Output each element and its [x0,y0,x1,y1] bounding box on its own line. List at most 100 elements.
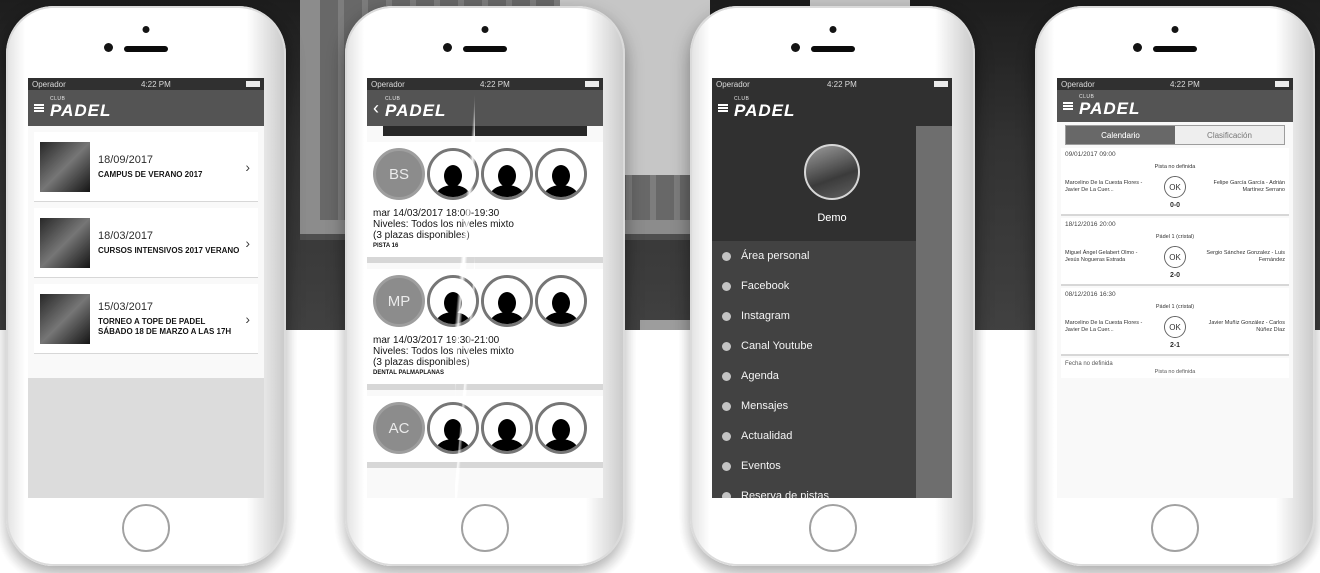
sensor-icon [443,43,452,52]
screen-crack [455,0,475,573]
match-card-unscheduled[interactable]: Fecha no definida Pista no definida [1061,358,1289,378]
segmented-tabs: Calendario Clasificación [1065,125,1285,145]
menu-item-label: Instagram [741,310,790,322]
booking-date: mar 14/03/2017 19:30-21:00 [373,335,500,346]
app-header: ‹ CLUB PADEL [367,90,603,126]
tab-calendario[interactable]: Calendario [1066,126,1175,144]
menu-item-instagram[interactable]: Instagram [712,301,922,331]
court-icon [722,491,731,498]
menu-item-actualidad[interactable]: Actualidad [712,421,922,451]
menu-icon[interactable] [34,104,44,112]
menu-item-area-personal[interactable]: Área personal [712,241,922,271]
front-camera-icon [481,26,489,33]
link-icon [722,341,731,351]
player-avatars: BS [373,148,597,200]
news-item[interactable]: 15/03/2017 TORNEO A TOPE DE PADEL SÁBADO… [34,284,258,354]
phone-news: Operador 4:22 PM CLUB PADEL 18/09/2017 C… [6,6,286,566]
home-button[interactable] [122,504,170,552]
carrier-label: Operador [371,79,405,89]
team-a: Miguel Ángel Gelabert Olmo - Jesús Nogue… [1065,249,1138,263]
news-date: 18/09/2017 [98,153,154,166]
sensor-icon [1133,43,1142,52]
match-card[interactable]: 09/01/2017 09:00 Pista no definida Marce… [1061,148,1289,216]
event-icon [722,461,731,471]
status-bar: Operador 4:22 PM [712,78,952,90]
empty-slot-avatar[interactable] [481,275,533,327]
match-court: Pista no definida [1154,164,1196,170]
news-item[interactable]: 18/03/2017 CURSOS INTENSIVOS 2017 VERANO… [34,208,258,278]
news-date: 18/03/2017 [98,229,154,242]
back-icon[interactable]: ‹ [373,98,379,119]
booking-card[interactable]: MP mar 14/03/2017 19:30-21:00 Niveles: T… [367,269,603,390]
status-bar: Operador 4:22 PM [1057,78,1293,90]
empty-slot-avatar[interactable] [535,402,587,454]
booking-date: mar 14/03/2017 18:00-19:30 [373,208,500,219]
news-thumbnail [40,293,90,344]
match-date: 18/12/2016 20:00 [1065,221,1116,228]
menu-item-facebook[interactable]: Facebook [712,271,922,301]
app-header: CLUB PADEL [28,90,264,126]
menu-item-reserva[interactable]: Reserva de pistas [712,481,922,498]
menu-item-label: Mensajes [741,400,789,412]
match-card[interactable]: 18/12/2016 20:00 Pádel 1 (cristal) Migue… [1061,218,1289,286]
profile-name: Demo [817,211,847,224]
empty-slot-avatar[interactable] [535,275,587,327]
front-camera-icon [142,26,150,33]
result-ok-badge: OK [1164,176,1186,198]
match-card[interactable]: 08/12/2016 16:30 Pádel 1 (cristal) Marce… [1061,288,1289,356]
message-icon [722,401,731,411]
menu-item-label: Facebook [741,280,790,292]
earpiece-speaker [124,46,168,52]
menu-item-mensajes[interactable]: Mensajes [712,391,922,421]
menu-icon[interactable] [1063,102,1073,110]
player-initials-avatar: BS [373,148,425,200]
profile-avatar[interactable] [804,143,860,200]
chevron-right-icon: › [245,234,250,251]
front-camera-icon [1171,26,1179,33]
match-date: 09/01/2017 09:00 [1065,151,1116,158]
home-button[interactable] [1151,504,1199,552]
logo-text: PADEL [734,101,796,120]
home-button[interactable] [808,504,857,552]
earpiece-speaker [1153,46,1197,52]
battery-icon [246,81,260,87]
side-drawer: CLUB PADEL Demo Área personal Facebook I… [712,90,952,498]
battery-icon [1275,81,1289,87]
menu-item-eventos[interactable]: Eventos [712,451,922,481]
player-avatars: AC [373,402,597,454]
booking-availability: (3 plazas disponibles) [373,230,470,241]
carrier-label: Operador [32,79,66,89]
match-score: 2-1 [1169,342,1181,349]
match-court: Pádel 1 (cristal) [1155,234,1195,240]
news-date: 15/03/2017 [98,300,154,313]
booking-availability: (3 plazas disponibles) [373,357,470,368]
screen: Operador 4:22 PM CLUB PADEL Calendario C… [1057,78,1293,498]
drawer-header: CLUB PADEL [712,90,952,126]
person-icon [544,159,578,197]
booking-card[interactable]: BS mar 14/03/2017 18:00-19:30 Niveles: T… [367,142,603,263]
drawer-menu: Área personal Facebook Instagram Canal Y… [712,241,922,498]
empty-area [28,378,264,498]
match-date: 08/12/2016 16:30 [1065,291,1116,298]
menu-item-youtube[interactable]: Canal Youtube [712,331,922,361]
booking-card[interactable]: AC [367,396,603,468]
carrier-label: Operador [716,79,750,89]
empty-slot-avatar[interactable] [481,148,533,200]
menu-icon[interactable] [718,104,728,112]
booking-level: Niveles: Todos los niveles mixto [373,346,514,357]
app-logo: CLUB PADEL [1079,95,1141,118]
tab-clasificacion[interactable]: Clasificación [1175,126,1284,144]
team-b: Felipe García García - Adrián Martínez S… [1213,179,1285,193]
person-icon [544,413,578,451]
news-item[interactable]: 18/09/2017 CAMPUS DE VERANO 2017 › [34,132,258,202]
result-ok-badge: OK [1164,246,1186,268]
team-a: Marcelino De la Cuesta Flores - Javier D… [1065,319,1143,333]
logo-text: PADEL [1079,99,1141,118]
team-a: Marcelino De la Cuesta Flores - Javier D… [1065,179,1143,193]
empty-slot-avatar[interactable] [535,148,587,200]
status-bar: Operador 4:22 PM [367,78,603,90]
match-score: 0-0 [1169,202,1181,209]
drawer-overlay[interactable] [916,90,952,498]
empty-slot-avatar[interactable] [481,402,533,454]
menu-item-agenda[interactable]: Agenda [712,361,922,391]
